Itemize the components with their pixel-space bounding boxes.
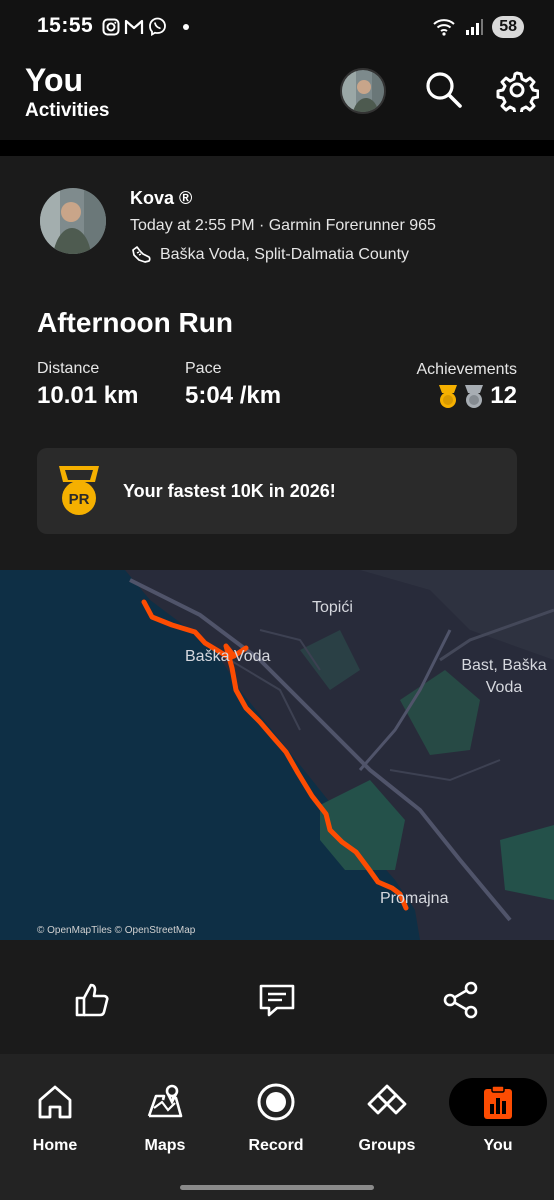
- gmail-icon: [124, 19, 144, 34]
- nav-label-you: You: [483, 1137, 513, 1154]
- map-label-bast: Bast, Baška Voda: [454, 655, 554, 699]
- pr-text: Your fastest 10K in 2026!: [123, 481, 336, 501]
- nav-item-groups[interactable]: Groups: [342, 1078, 432, 1155]
- app-screen: 15:55 58 You Activities Kova ® Today at …: [0, 0, 554, 1200]
- athlete-name[interactable]: Kova ®: [130, 188, 192, 209]
- nav-label-groups: Groups: [358, 1137, 416, 1154]
- nav-label-maps: Maps: [144, 1137, 186, 1154]
- status-time: 15:55: [37, 14, 94, 37]
- activity-meta: Today at 2:55 PM · Garmin Forerunner 965: [130, 217, 436, 234]
- map-label-bast-line2: Voda: [485, 679, 523, 696]
- nav-item-home[interactable]: Home: [10, 1078, 100, 1155]
- activity-location: Baška Voda, Split-Dalmatia County: [130, 244, 409, 266]
- achievements-label: Achievements: [416, 361, 518, 378]
- shoe-icon: [132, 246, 151, 263]
- map-canvas: [0, 570, 554, 940]
- maps-icon: [147, 1084, 183, 1118]
- instagram-icon: [102, 18, 120, 35]
- bottom-nav: Home Maps Record Groups You: [0, 1054, 554, 1200]
- location-text: Baška Voda, Split-Dalmatia County: [160, 246, 410, 263]
- notification-icons: [102, 17, 189, 36]
- status-bar: 15:55 58: [0, 0, 554, 56]
- nav-item-maps[interactable]: Maps: [120, 1078, 210, 1155]
- page-title: You: [25, 62, 84, 98]
- more-notifications-dot: [183, 23, 189, 30]
- system-icons: 58: [432, 16, 524, 38]
- map-label-topici: Topići: [312, 599, 353, 616]
- achievements-summary[interactable]: 12: [436, 382, 517, 410]
- nav-label-record: Record: [248, 1137, 304, 1154]
- pace-label: Pace: [185, 360, 222, 377]
- map-label-promajna: Promajna: [380, 890, 449, 907]
- profile-avatar[interactable]: [340, 68, 386, 114]
- nav-item-you[interactable]: You: [453, 1078, 543, 1155]
- home-indicator[interactable]: [180, 1185, 374, 1190]
- header: You Activities: [0, 56, 554, 140]
- pr-medal-icon: PR: [59, 466, 99, 515]
- avatar-image: [342, 70, 384, 112]
- groups-icon: [367, 1084, 407, 1115]
- activity-title[interactable]: Afternoon Run: [37, 307, 233, 339]
- nav-item-record[interactable]: Record: [231, 1078, 321, 1155]
- activity-card[interactable]: Kova ® Today at 2:55 PM · Garmin Forerun…: [0, 156, 554, 570]
- map-label-baska-voda: Baška Voda: [185, 648, 271, 665]
- section-divider: [0, 140, 554, 156]
- thumbs-up-icon[interactable]: [72, 980, 112, 1020]
- action-bar: [0, 940, 554, 1054]
- search-icon[interactable]: [422, 68, 466, 112]
- map-label-bast-line1: Bast, Baška: [461, 657, 547, 674]
- route-map[interactable]: Topići Baška Voda Bast, Baška Voda Proma…: [0, 570, 554, 940]
- home-icon: [38, 1085, 72, 1119]
- pr-banner[interactable]: PR Your fastest 10K in 2026!: [37, 448, 517, 534]
- silver-medal-icon: [465, 385, 484, 408]
- athlete-photo: [40, 188, 106, 254]
- comment-icon[interactable]: [257, 980, 297, 1020]
- pr-medal-text: PR: [69, 491, 90, 508]
- gold-medal-icon: [439, 385, 458, 408]
- distance-value: 10.01 km: [37, 382, 139, 409]
- battery-indicator: 58: [492, 16, 524, 38]
- wifi-icon: [433, 19, 455, 36]
- athlete-avatar[interactable]: [40, 188, 106, 254]
- you-icon: [484, 1085, 512, 1119]
- page-subtitle: Activities: [25, 100, 110, 121]
- achievements-count: 12: [490, 382, 517, 409]
- gear-icon[interactable]: [495, 68, 539, 112]
- signal-icon: [466, 19, 484, 35]
- map-attribution[interactable]: © OpenMapTiles © OpenStreetMap: [37, 925, 195, 936]
- record-icon: [257, 1083, 295, 1121]
- distance-label: Distance: [37, 360, 100, 377]
- pace-value: 5:04 /km: [185, 382, 282, 409]
- share-icon[interactable]: [441, 980, 481, 1020]
- viber-icon: [149, 17, 166, 36]
- nav-label-home: Home: [32, 1137, 78, 1154]
